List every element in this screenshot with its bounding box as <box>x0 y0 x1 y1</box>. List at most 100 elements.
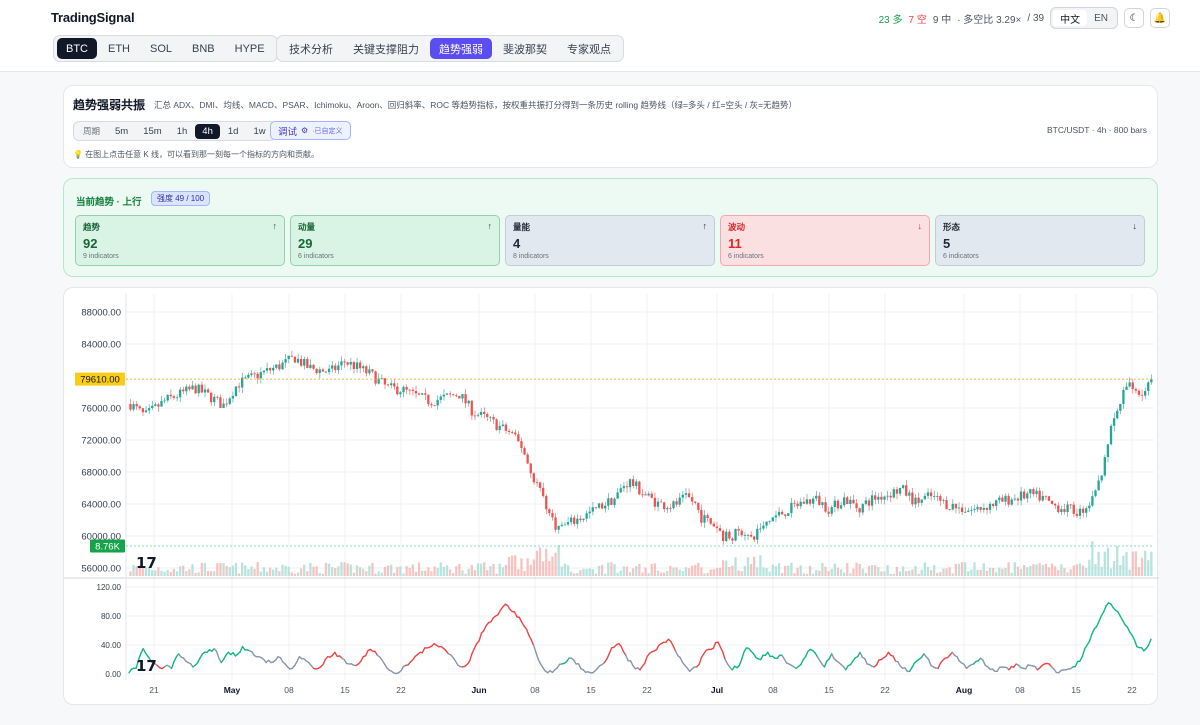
coin-hype[interactable]: HYPE <box>226 38 274 59</box>
coin-sol[interactable]: SOL <box>141 38 181 59</box>
candle-body <box>852 499 855 504</box>
trend-indicator-line[interactable] <box>128 602 1152 675</box>
volume-bar <box>588 568 591 576</box>
indicator-segment <box>468 652 473 662</box>
volume-bar <box>945 568 948 576</box>
coin-btc[interactable]: BTC <box>57 38 97 59</box>
metric-card-momentum[interactable]: 动量 29 6 indicators ↑ <box>290 215 500 266</box>
candle-body <box>784 514 787 516</box>
volume-bar <box>1106 547 1110 576</box>
brand-logo[interactable]: TradingSignal <box>51 10 135 25</box>
volume-bar <box>439 562 442 576</box>
candle-body <box>734 528 737 541</box>
volume-bar <box>638 563 641 576</box>
lang-zh[interactable]: 中文 <box>1053 10 1088 26</box>
volume-bar <box>852 568 855 576</box>
candle-body <box>616 492 619 499</box>
volume-bar <box>619 570 622 576</box>
theme-toggle-button[interactable]: ☾ <box>1124 8 1144 28</box>
metric-card-volume[interactable]: 量能 4 8 indicators ↑ <box>505 215 715 266</box>
volume-bar <box>1013 562 1016 576</box>
volume-bar <box>970 569 973 576</box>
volume-label: 8.76K <box>95 542 120 553</box>
metric-card-trend[interactable]: 趋势 92 9 indicators ↑ <box>75 215 285 266</box>
candle-body <box>489 416 492 418</box>
volume-bar <box>231 565 235 576</box>
candle-body <box>672 501 675 509</box>
volume-bar <box>1088 559 1091 576</box>
indicator-segment <box>173 656 178 663</box>
debug-button[interactable]: 调试 ⚙ ·已自定义 <box>270 121 351 140</box>
candle-body <box>796 503 799 507</box>
timeframe-1d[interactable]: 1d <box>221 124 246 139</box>
candle-body <box>799 501 802 507</box>
volume-bar <box>209 571 213 576</box>
candle-body <box>554 517 557 530</box>
tv-logo-bottom: 17 <box>136 657 157 675</box>
timeframe-5m[interactable]: 5m <box>108 124 135 139</box>
volume-bar <box>473 570 477 576</box>
volume-bar <box>489 566 492 576</box>
tab-fibonacci[interactable]: 斐波那契 <box>494 38 556 59</box>
volume-bar <box>926 566 930 576</box>
volume-bar <box>523 571 526 576</box>
coin-eth[interactable]: ETH <box>99 38 139 59</box>
volume-bar <box>796 567 799 576</box>
tab-support-resistance[interactable]: 关键支撑阻力 <box>344 38 428 59</box>
section-description: 汇总 ADX、DMI、均线、MACD、PSAR、Ichimoku、Aroon、回… <box>154 100 798 110</box>
lang-en[interactable]: EN <box>1087 10 1115 26</box>
timeframe-1w[interactable]: 1w <box>246 124 272 139</box>
volume-bar <box>1100 566 1103 576</box>
candle-body <box>808 499 812 504</box>
volume-bar <box>532 559 535 576</box>
tab-trend-strength[interactable]: 趋势强弱 <box>430 38 492 59</box>
volume-bar <box>306 571 309 576</box>
volume-bar <box>929 570 933 576</box>
indicator-segment <box>620 645 625 653</box>
volume-bar <box>334 568 337 576</box>
metric-card-volatility[interactable]: 波动 11 6 indicators ↓ <box>720 215 930 266</box>
candle-body <box>1007 495 1010 505</box>
volume-bar <box>200 562 203 576</box>
candle-body <box>147 408 151 411</box>
indicator-segment <box>892 655 897 662</box>
timeframe-1h[interactable]: 1h <box>170 124 195 139</box>
candle-body <box>895 489 899 494</box>
time-tick-label: May <box>224 685 241 695</box>
coin-bnb[interactable]: BNB <box>183 38 224 59</box>
candle-body <box>600 503 604 509</box>
volume-bar <box>355 565 359 576</box>
tab-technical[interactable]: 技术分析 <box>280 38 342 59</box>
volume-bar <box>1010 572 1013 576</box>
candle-body <box>687 493 691 498</box>
price-tick-label: 76000.00 <box>81 404 121 415</box>
candle-body <box>259 372 262 379</box>
volume-bar <box>898 571 902 576</box>
candle-body <box>535 482 539 484</box>
volume-bar <box>278 571 281 576</box>
indicator-segment <box>421 647 426 654</box>
volume-bar <box>631 568 635 576</box>
volume-bar <box>777 563 781 576</box>
volume-bar <box>1004 568 1007 576</box>
volume-bar <box>1063 568 1066 576</box>
candle-body <box>557 525 560 530</box>
metric-card-pattern[interactable]: 形态 5 6 indicators ↓ <box>935 215 1145 266</box>
alerts-button[interactable]: 🔔 <box>1150 8 1170 28</box>
volume-bar <box>641 572 644 576</box>
volume-bar <box>476 563 480 576</box>
candle-body <box>864 500 868 504</box>
price-chart[interactable]: 88000.00 84000.00 76000.00 72000.00 68000.00… <box>64 288 1159 706</box>
timeframe-4h[interactable]: 4h <box>195 123 220 139</box>
tab-expert[interactable]: 专家观点 <box>558 38 620 59</box>
volume-bar <box>1094 564 1097 576</box>
volume-bar <box>808 565 812 576</box>
timeframe-15m[interactable]: 15m <box>136 124 168 139</box>
arrow-down-icon: ↓ <box>1132 221 1138 231</box>
price-tick-label: 88000.00 <box>81 308 121 319</box>
candle-body <box>483 411 486 414</box>
volume-bar <box>557 545 560 576</box>
candlesticks[interactable] <box>129 350 1153 545</box>
candle-body <box>591 507 594 512</box>
volume-bar <box>948 567 951 576</box>
